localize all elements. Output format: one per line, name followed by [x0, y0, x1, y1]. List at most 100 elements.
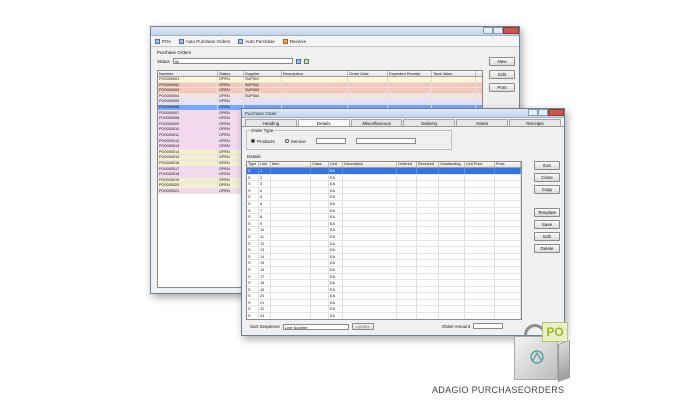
- table-row[interactable]: S 19 EA: [247, 286, 521, 294]
- table-cell: [432, 93, 476, 99]
- po-detail-column-header[interactable]: Description: [343, 162, 397, 167]
- close-button[interactable]: [548, 109, 564, 116]
- table-row[interactable]: S 9 EA: [247, 220, 521, 228]
- exit-button[interactable]: Exit: [534, 161, 560, 170]
- table-row[interactable]: S 11 EA: [247, 233, 521, 241]
- toolbar-auto-po-button[interactable]: Auto Purchase Orders: [178, 38, 230, 44]
- update-button[interactable]: Update: [351, 323, 374, 330]
- table-cell: 22: [259, 306, 271, 313]
- toolbar-receive-button[interactable]: Receive: [282, 38, 306, 44]
- po-detail-column-header[interactable]: Unit: [329, 162, 343, 167]
- order-total: Order Amount: [442, 323, 504, 329]
- po-detail-column-header[interactable]: Outstanding: [439, 162, 465, 167]
- delete-button[interactable]: Delete: [534, 244, 560, 253]
- table-cell: [439, 200, 465, 207]
- new-button[interactable]: New: [489, 57, 515, 66]
- refresh-icon[interactable]: [303, 58, 309, 64]
- po-list-column-header[interactable]: Description: [282, 71, 348, 76]
- table-cell: SUP002: [244, 82, 282, 88]
- table-row[interactable]: S 6 EA: [247, 200, 521, 208]
- table-row[interactable]: S 23 EA: [247, 313, 521, 319]
- maximize-button[interactable]: [493, 27, 503, 34]
- table-row[interactable]: S 10 EA: [247, 227, 521, 234]
- edit-button[interactable]: Edit: [489, 70, 515, 79]
- po-detail-column-header[interactable]: Price: [495, 162, 521, 167]
- sort-select[interactable]: Line Number: [282, 323, 349, 330]
- table-row[interactable]: S 7 EA: [247, 207, 521, 215]
- table-row[interactable]: S 22 EA: [247, 306, 521, 314]
- bag-side: [558, 339, 570, 383]
- table-cell: [271, 214, 311, 220]
- po-list-column-header[interactable]: Number: [158, 71, 218, 76]
- purchase-order-titlebar[interactable]: Purchase Order: [242, 109, 564, 118]
- radio-products[interactable]: Products: [251, 139, 275, 144]
- po-detail-column-header[interactable]: Item: [271, 162, 311, 167]
- toolbar-auto-purchase-button[interactable]: Auto Purchase: [238, 38, 275, 44]
- close-button[interactable]: [503, 27, 519, 34]
- status-select[interactable]: All: [172, 58, 293, 64]
- close-po-button[interactable]: Close: [534, 173, 560, 182]
- table-cell: [311, 313, 329, 319]
- table-row[interactable]: S 13 EA: [247, 247, 521, 254]
- table-cell: [439, 280, 465, 286]
- save-button[interactable]: Save: [534, 220, 560, 229]
- table-row[interactable]: S 21 EA: [247, 299, 521, 307]
- table-cell: [271, 168, 311, 174]
- table-row[interactable]: S 12 EA: [247, 240, 521, 248]
- table-cell: PO0000013: [158, 144, 218, 149]
- po-list-column-header[interactable]: Expected Receipt: [388, 71, 432, 76]
- table-cell: OPEN: [218, 77, 244, 82]
- table-cell: 15: [259, 260, 271, 266]
- location-field[interactable]: [315, 138, 346, 144]
- po-detail-column-header[interactable]: Type: [247, 162, 259, 167]
- po-list-titlebar[interactable]: [151, 27, 519, 36]
- po-detail-column-header[interactable]: Unit Price: [465, 162, 495, 167]
- po-list-column-header[interactable]: Status: [218, 71, 244, 76]
- tab-miscellaneous[interactable]: Miscellaneous: [350, 119, 403, 126]
- table-row[interactable]: S 4 EA: [247, 187, 521, 195]
- minimize-button[interactable]: [528, 109, 538, 116]
- tab-details[interactable]: Details: [297, 119, 350, 126]
- table-row[interactable]: S 20 EA: [247, 293, 521, 300]
- table-cell: PO0000015: [158, 155, 218, 160]
- template-button[interactable]: Template: [534, 208, 560, 217]
- table-cell: EA: [329, 253, 343, 260]
- table-cell: [397, 194, 417, 200]
- table-row[interactable]: S 1 EA: [247, 168, 521, 175]
- minimize-button[interactable]: [483, 27, 493, 34]
- table-row[interactable]: S 16 EA: [247, 266, 521, 274]
- table-cell: PO0000016: [158, 160, 218, 166]
- table-row[interactable]: S 14 EA: [247, 253, 521, 261]
- po-detail-column-header[interactable]: Line: [259, 162, 271, 167]
- tab-receipts[interactable]: Receipts: [509, 119, 561, 126]
- po-detail-body: S 1 EA S 2 EA S 3 EA S 4 EA S 5 EA S 6 EA S 7 EA S 8 EA S 9 EA S 10 E…: [247, 168, 521, 319]
- filter-icon[interactable]: [295, 58, 301, 64]
- table-row[interactable]: S 8 EA: [247, 214, 521, 221]
- table-row[interactable]: S 2 EA: [247, 174, 521, 182]
- table-cell: [432, 77, 476, 82]
- copy-button[interactable]: Copy: [534, 185, 560, 194]
- table-cell: [465, 181, 495, 187]
- table-row[interactable]: S 5 EA: [247, 194, 521, 201]
- tab-heading[interactable]: Heading: [245, 119, 297, 126]
- table-row[interactable]: S 3 EA: [247, 181, 521, 188]
- radio-service[interactable]: Service: [284, 139, 306, 144]
- location-name-field[interactable]: [355, 138, 416, 144]
- tab-notes[interactable]: Notes: [456, 119, 509, 126]
- po-list-column-header[interactable]: Supplier: [244, 71, 282, 76]
- po-list-column-header[interactable]: Total Value: [432, 71, 476, 76]
- table-row[interactable]: S 17 EA: [247, 273, 521, 281]
- table-row[interactable]: S 18 EA: [247, 280, 521, 287]
- print-button[interactable]: Print: [489, 83, 515, 92]
- table-cell: 16: [259, 266, 271, 273]
- maximize-button[interactable]: [538, 109, 548, 116]
- table-row[interactable]: S 15 EA: [247, 260, 521, 267]
- edit-line-button[interactable]: Edit: [534, 232, 560, 241]
- po-list-column-header[interactable]: Order Date: [348, 71, 388, 76]
- po-detail-column-header[interactable]: Received: [417, 162, 439, 167]
- tab-delivery[interactable]: Delivery: [403, 119, 456, 126]
- toolbar-pos-button[interactable]: POs: [155, 38, 171, 44]
- po-detail-column-header[interactable]: Class: [311, 162, 329, 167]
- po-detail-column-header[interactable]: Ordered: [397, 162, 417, 167]
- table-cell: [465, 260, 495, 266]
